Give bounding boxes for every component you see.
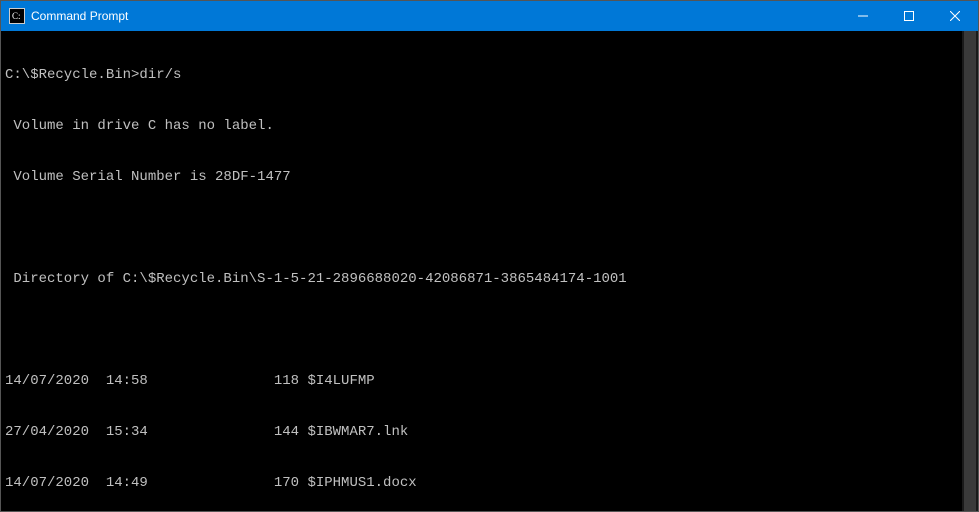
file-row: 14/07/2020 14:49 170 $IPHMUS1.docx: [5, 475, 974, 492]
output-line: Volume Serial Number is 28DF-1477: [5, 169, 974, 186]
vertical-scrollbar[interactable]: [962, 31, 978, 511]
cmd-icon: C:: [9, 8, 25, 24]
maximize-icon: [904, 11, 914, 21]
directory-header: Directory of C:\$Recycle.Bin\S-1-5-21-28…: [5, 271, 974, 288]
maximize-button[interactable]: [886, 1, 932, 31]
blank-line: [5, 220, 974, 237]
command-prompt-window: C: Command Prompt C:\$Recycle.Bin>dir/s …: [0, 0, 979, 512]
prompt-command: dir/s: [139, 67, 181, 83]
minimize-icon: [858, 11, 868, 21]
window-title: Command Prompt: [31, 9, 128, 23]
close-icon: [950, 11, 960, 21]
prompt-line: C:\$Recycle.Bin>dir/s: [5, 67, 974, 84]
titlebar[interactable]: C: Command Prompt: [1, 1, 978, 31]
output-line: Volume in drive C has no label.: [5, 118, 974, 135]
svg-text:C:: C:: [12, 11, 21, 21]
file-row: 27/04/2020 15:34 144 $IBWMAR7.lnk: [5, 424, 974, 441]
file-row: 14/07/2020 14:58 118 $I4LUFMP: [5, 373, 974, 390]
close-button[interactable]: [932, 1, 978, 31]
blank-line: [5, 322, 974, 339]
terminal-output[interactable]: C:\$Recycle.Bin>dir/s Volume in drive C …: [1, 31, 978, 511]
minimize-button[interactable]: [840, 1, 886, 31]
scrollbar-thumb[interactable]: [964, 31, 976, 511]
prompt-path: C:\$Recycle.Bin>: [5, 67, 139, 83]
